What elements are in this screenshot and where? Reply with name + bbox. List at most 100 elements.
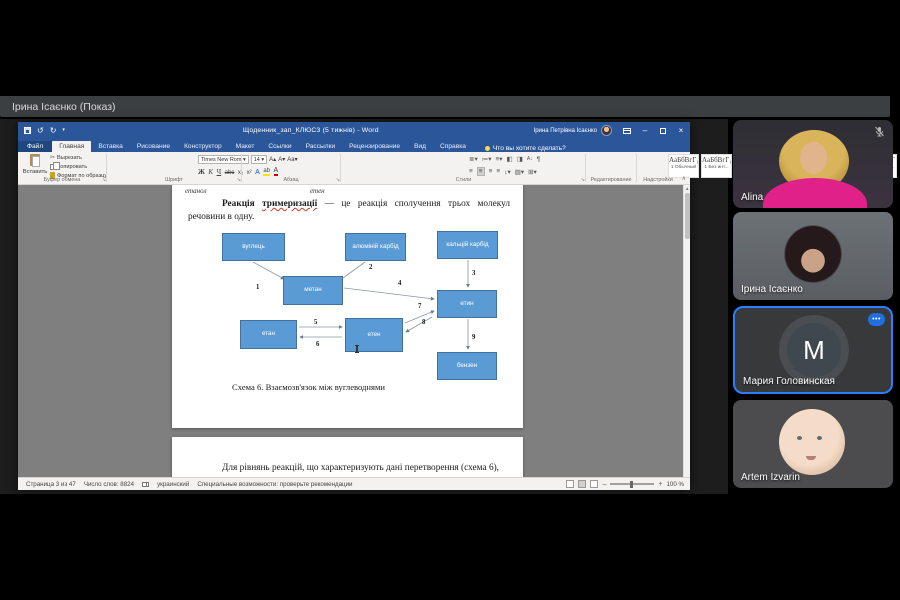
svg-text:9: 9: [472, 334, 476, 341]
font-group-label: Шрифт: [107, 177, 241, 183]
paragraph-group-label: Абзац: [242, 177, 340, 183]
web-layout-icon[interactable]: [590, 480, 598, 488]
scissors-icon: ✂: [50, 155, 55, 161]
tab-draw[interactable]: Рисование: [130, 141, 177, 152]
account-name: Ірина Петрівна Ісаєнко: [534, 128, 597, 134]
editing-group-label: Редактирование: [586, 177, 636, 183]
tell-me-box[interactable]: Что вы хотите сделать?: [485, 145, 566, 152]
avatar: [779, 409, 845, 475]
strikethrough-button[interactable]: abc: [225, 170, 235, 176]
zoom-in-button[interactable]: +: [658, 481, 662, 488]
tab-mailings[interactable]: Рассылки: [299, 141, 343, 152]
participant-tile-alina[interactable]: Alina: [733, 120, 893, 208]
screen-share-region: ↺ ↻ ▾ Щоденник_зап_КЛЮС3 (5 тижнів) - Wo…: [0, 119, 728, 494]
presenter-label: Ірина Ісаєнко (Показ): [12, 101, 116, 113]
tab-view[interactable]: Вид: [407, 141, 433, 152]
copy-icon: [50, 164, 55, 170]
participant-name: Мария Головинская: [743, 376, 835, 387]
ribbon-display-options-button[interactable]: [618, 122, 636, 139]
style-no-spacing[interactable]: АаБбВгГ₁ 1 Без инт...: [701, 154, 732, 178]
svg-text:1: 1: [256, 284, 260, 291]
scroll-up-icon[interactable]: ▲: [685, 186, 689, 191]
diagram-box-carbon[interactable]: вуглець: [222, 233, 285, 261]
qat-customize-icon[interactable]: ▾: [62, 128, 65, 133]
tab-file[interactable]: Файл: [18, 141, 52, 152]
diagram-box-ethane[interactable]: етан: [240, 320, 297, 349]
print-layout-icon[interactable]: [578, 480, 586, 488]
more-options-button[interactable]: •••: [868, 313, 885, 326]
document-scrollbar[interactable]: ▲: [683, 185, 690, 477]
ribbon: Вставить ✂Вырезать Копировать Формат по …: [18, 152, 690, 185]
zoom-level[interactable]: 100 %: [666, 481, 684, 488]
avatar: [785, 226, 841, 282]
tab-home[interactable]: Главная: [52, 141, 91, 152]
zoom-slider[interactable]: [610, 483, 654, 485]
diagram-box-benzene[interactable]: бензен: [437, 352, 497, 380]
zoom-out-button[interactable]: –: [602, 481, 606, 488]
avatar-letter: M: [787, 323, 841, 377]
close-button[interactable]: ×: [672, 122, 690, 139]
word-count[interactable]: Число слов: 8824: [84, 481, 134, 488]
bold-button[interactable]: Ж: [198, 169, 205, 176]
redo-icon[interactable]: ↻: [50, 127, 57, 135]
font-group: Times New Rom ▾ 14 ▾ А▴ А▾ Аа▾ Ж К Ч abc…: [107, 152, 241, 184]
svg-text:6: 6: [316, 341, 320, 348]
participant-name: Artem Izvarin: [741, 472, 800, 483]
editing-group: Найти ▾ Заменить Выделить ▾ Редактирован…: [586, 152, 636, 184]
word-titlebar: ↺ ↻ ▾ Щоденник_зап_КЛЮС3 (5 тижнів) - Wo…: [18, 122, 690, 139]
word-window: ↺ ↻ ▾ Щоденник_зап_КЛЮС3 (5 тижнів) - Wo…: [18, 122, 690, 490]
diagram-box-calcium-carbide[interactable]: кальцій карбід: [437, 231, 498, 259]
svg-text:7: 7: [418, 303, 422, 310]
clipboard-group: Вставить ✂Вырезать Копировать Формат по …: [18, 152, 106, 184]
read-mode-icon[interactable]: [566, 480, 574, 488]
document-page-1[interactable]: етанол етен Реакція тримеризації — це ре…: [172, 185, 523, 428]
diagram-box-ethene[interactable]: етен: [345, 318, 403, 352]
tab-review[interactable]: Рецензирование: [342, 141, 407, 152]
document-page-2[interactable]: Для рівнянь реакцій, що характеризують д…: [172, 437, 523, 477]
participant-name: Alina: [741, 192, 763, 203]
svg-text:5: 5: [314, 319, 318, 326]
text-cursor: [356, 345, 358, 353]
zoom-slider-thumb[interactable]: [630, 481, 633, 488]
account[interactable]: Ірина Петрівна Ісаєнко: [534, 125, 618, 136]
paragraph-group: ≣▾ ≔▾ ≡▾ ◧ ◨ А↓ ¶ ≡ ≡ ≡ ≡ ↕▾ ▨▾: [242, 152, 340, 184]
tab-layout[interactable]: Макет: [229, 141, 262, 152]
participant-tile-artem[interactable]: Artem Izvarin: [733, 400, 893, 488]
quick-access-toolbar: ↺ ↻ ▾: [18, 127, 88, 135]
cut-button[interactable]: ✂Вырезать: [50, 155, 107, 161]
diagram-box-aluminum-carbide[interactable]: алюміній карбід: [345, 233, 406, 261]
scrollbar-thumb[interactable]: [685, 193, 690, 239]
addins-group-label: Надстройки: [637, 177, 679, 183]
ribbon-display-icon: [623, 128, 631, 134]
participant-tile-maria-active[interactable]: M ••• Мария Головинская: [733, 306, 893, 394]
svg-text:8: 8: [422, 319, 426, 326]
diagram-box-methane[interactable]: метан: [283, 276, 343, 305]
svg-text:3: 3: [472, 270, 476, 277]
document-area[interactable]: етанол етен Реакція тримеризації — це ре…: [18, 185, 690, 477]
accessibility-status[interactable]: Специальные возможности: проверьте реком…: [197, 481, 352, 488]
copy-button[interactable]: Копировать: [50, 164, 107, 170]
diagram-box-ethyne[interactable]: етин: [437, 290, 497, 318]
minimize-button[interactable]: –: [636, 122, 654, 139]
collapse-ribbon-icon[interactable]: ∧: [682, 175, 686, 182]
proofing-icon[interactable]: [142, 482, 149, 487]
document-title: Щоденник_зап_КЛЮС3 (5 тижнів) - Word: [88, 127, 534, 134]
tab-help[interactable]: Справка: [433, 141, 473, 152]
participant-tile-iryna[interactable]: Ірина Ісаєнко: [733, 212, 893, 300]
mic-muted-icon: [874, 126, 885, 137]
restore-button[interactable]: [654, 122, 672, 139]
italic-button[interactable]: К: [208, 169, 213, 176]
styles-group: АаБбВгГ₁ 1 Обычный АаБбВгГ₁ 1 Без инт...…: [342, 152, 585, 184]
undo-icon[interactable]: ↺: [37, 127, 44, 135]
tab-insert[interactable]: Вставка: [91, 141, 130, 152]
restore-icon: [660, 128, 666, 134]
styles-group-label: Стили: [342, 177, 585, 183]
tell-me-label: Что вы хотите сделать?: [493, 145, 566, 152]
language-indicator[interactable]: украинский: [157, 481, 189, 488]
page-indicator[interactable]: Страница 3 из 47: [26, 481, 76, 488]
save-icon[interactable]: [24, 127, 31, 134]
clipboard-group-label: Буфер обмена: [18, 177, 106, 183]
tab-references[interactable]: Ссылки: [261, 141, 298, 152]
tab-design[interactable]: Конструктор: [177, 141, 229, 152]
underline-button[interactable]: Ч: [217, 169, 222, 176]
